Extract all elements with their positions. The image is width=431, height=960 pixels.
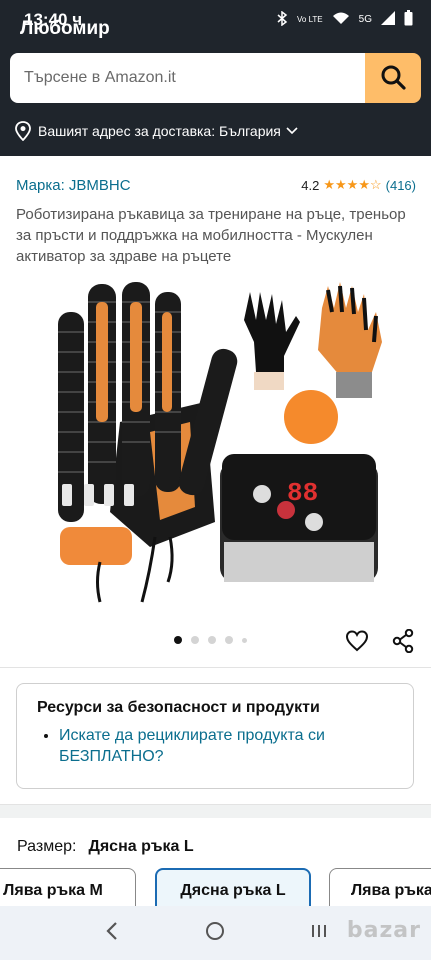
- signal-bars-icon: [381, 11, 395, 28]
- black-glove-image: [244, 292, 300, 390]
- recents-button[interactable]: [299, 913, 339, 953]
- volte-icon: Vo LTE: [297, 14, 323, 24]
- location-pin-icon: [14, 121, 32, 141]
- controller-device-image: 88: [220, 454, 378, 582]
- size-options: Лява ръка M Дясна ръка L Лява ръка L: [0, 868, 431, 908]
- search-input[interactable]: [10, 53, 365, 103]
- share-button[interactable]: [390, 628, 416, 658]
- search-bar: [10, 53, 421, 103]
- top-header: 13:40 ч Любомир Vo LTE 5G Търсене в Amaz…: [0, 0, 431, 156]
- resources-list: Искате да рециклирате продукта си БЕЗПЛА…: [37, 725, 393, 767]
- back-chevron-icon: [105, 921, 119, 946]
- home-circle-icon: [205, 921, 225, 946]
- glove-on-hand-image: [318, 282, 382, 398]
- gallery-dot[interactable]: [174, 636, 182, 644]
- safety-resources-box: Ресурси за безопасност и продукти Искате…: [16, 683, 414, 789]
- back-button[interactable]: [92, 913, 132, 953]
- bluetooth-icon: [277, 10, 288, 29]
- rating-count: (416): [385, 177, 416, 193]
- search-button[interactable]: [365, 53, 421, 103]
- brand-link[interactable]: Марка: JBMBHC: [16, 177, 131, 194]
- device-display: 88: [287, 478, 318, 508]
- size-option-left-m[interactable]: Лява ръка M: [0, 868, 136, 908]
- home-button[interactable]: [195, 913, 235, 953]
- delivery-address-bar[interactable]: Вашият адрес за доставка: България: [0, 116, 431, 146]
- star-rating-icon: ★★★★☆: [323, 177, 382, 192]
- bazar-watermark: bazar: [346, 918, 421, 943]
- signal-5g-icon: 5G: [358, 14, 372, 25]
- resources-heading: Ресурси за безопасност и продукти: [37, 699, 320, 716]
- section-separator: [0, 804, 431, 818]
- gallery-dots: [174, 636, 247, 644]
- size-selected-value: Дясна ръка L: [88, 838, 194, 855]
- gallery-dot[interactable]: [225, 636, 233, 644]
- product-image[interactable]: 88: [0, 272, 431, 632]
- rating-summary[interactable]: 4.2 ★★★★☆ (416): [301, 177, 416, 193]
- size-option-right-l[interactable]: Дясна ръка L: [155, 868, 311, 908]
- wifi-icon: [332, 11, 350, 28]
- gallery-dot[interactable]: [208, 636, 216, 644]
- section-divider: [0, 667, 431, 668]
- recycle-link[interactable]: Искате да рециклирате продукта си БЕЗПЛА…: [59, 725, 393, 767]
- size-selector-label: Размер: Дясна ръка L: [17, 838, 194, 856]
- size-option-left-l[interactable]: Лява ръка L: [329, 868, 431, 908]
- search-icon: [380, 64, 406, 93]
- heart-icon: [345, 629, 369, 657]
- battery-icon: [404, 10, 413, 29]
- orange-ball-image: [284, 390, 338, 444]
- recents-icon: [310, 922, 328, 945]
- wishlist-button[interactable]: [344, 629, 370, 657]
- delivery-address-label: Вашият адрес за доставка: България: [38, 123, 281, 139]
- brand-rating-row: Марка: JBMBHC 4.2 ★★★★☆ (416): [16, 174, 416, 196]
- share-icon: [392, 628, 414, 658]
- rating-value: 4.2: [301, 177, 320, 193]
- robotic-glove-image: [58, 282, 238, 603]
- chevron-down-icon: [286, 127, 298, 135]
- product-title: Роботизирана ръкавица за трениране на ръ…: [16, 206, 406, 265]
- gallery-dot[interactable]: [191, 636, 199, 644]
- gallery-dot[interactable]: [242, 637, 247, 643]
- account-name: Любомир: [20, 18, 110, 39]
- size-label: Размер:: [17, 838, 77, 855]
- status-icons: Vo LTE 5G: [277, 10, 413, 29]
